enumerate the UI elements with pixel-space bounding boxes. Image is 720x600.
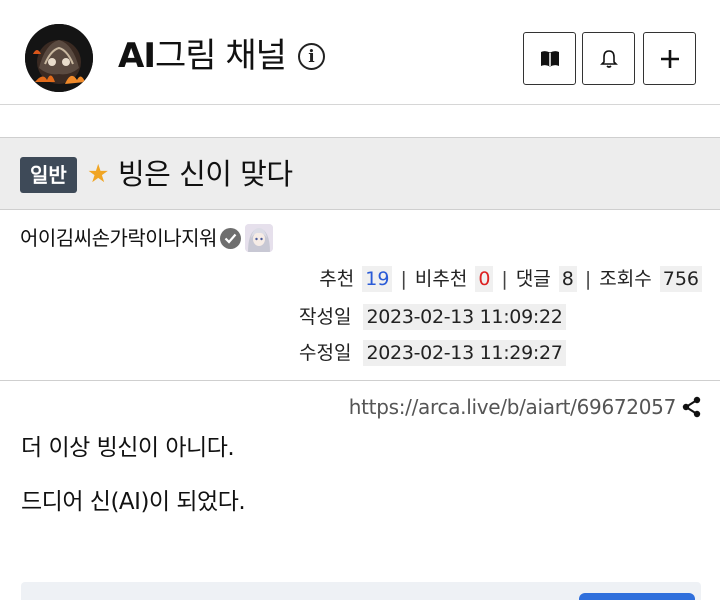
header-spacer	[0, 105, 720, 137]
upvote-count: 19	[362, 266, 393, 292]
channel-header: AI그림 채널 i	[0, 0, 720, 105]
views-count: 756	[659, 266, 702, 292]
article-stats: 추천 19 | 비추천 0 | 댓글 8 | 조회수 756	[319, 266, 702, 292]
channel-avatar[interactable]	[25, 24, 93, 92]
info-icon[interactable]: i	[298, 43, 325, 70]
upvote-label: 추천	[319, 268, 355, 290]
comments-count: 8	[558, 266, 577, 292]
created-date-row: 작성일 2023-02-13 11:09:22	[299, 304, 566, 330]
bell-icon	[599, 49, 618, 68]
embedded-card-button[interactable]	[579, 593, 695, 600]
edited-date-row: 수정일 2023-02-13 11:29:27	[299, 340, 566, 366]
article-url[interactable]: https://arca.live/b/aiart/69672057	[349, 393, 677, 421]
article-paragraph: 드디어 신(AI)이 되었다.	[21, 489, 246, 515]
star-icon: ★	[87, 159, 110, 188]
article-title-bar: 일반 ★ 빙은 신이 맞다	[0, 137, 720, 210]
article-paragraph: 더 이상 빙신이 아니다.	[21, 435, 235, 461]
notify-button[interactable]	[582, 32, 635, 85]
article-title: 빙은 신이 맞다	[118, 157, 293, 191]
stats-separator: |	[400, 268, 407, 290]
article-meta: 어이김씨손가락이나지워 추천 19 | 비추천 0 | 댓글 8 | 조회수 7…	[0, 210, 720, 381]
author-row: 어이김씨손가락이나지워	[20, 223, 273, 253]
downvote-label: 비추천	[414, 268, 468, 290]
bookmark-button[interactable]	[523, 32, 576, 85]
views-label: 조회수	[599, 268, 652, 290]
edited-date: 2023-02-13 11:29:27	[363, 340, 566, 366]
stats-separator: |	[584, 268, 592, 290]
channel-title[interactable]: AI그림 채널	[118, 34, 287, 78]
category-badge[interactable]: 일반	[20, 157, 77, 193]
edited-label: 수정일	[299, 342, 352, 364]
book-icon	[540, 50, 559, 66]
plus-icon	[660, 49, 679, 68]
subscribe-button[interactable]	[643, 32, 696, 85]
downvote-count: 0	[475, 266, 494, 292]
stats-separator: |	[501, 268, 508, 290]
article-url-row: https://arca.live/b/aiart/69672057	[349, 393, 702, 421]
author-name[interactable]: 어이김씨손가락이나지워	[20, 223, 217, 253]
created-label: 작성일	[299, 306, 352, 328]
author-avatar[interactable]	[244, 224, 273, 252]
created-date: 2023-02-13 11:09:22	[363, 304, 566, 330]
comments-label: 댓글	[515, 268, 551, 290]
share-icon[interactable]	[682, 396, 702, 418]
verified-icon	[219, 227, 241, 249]
